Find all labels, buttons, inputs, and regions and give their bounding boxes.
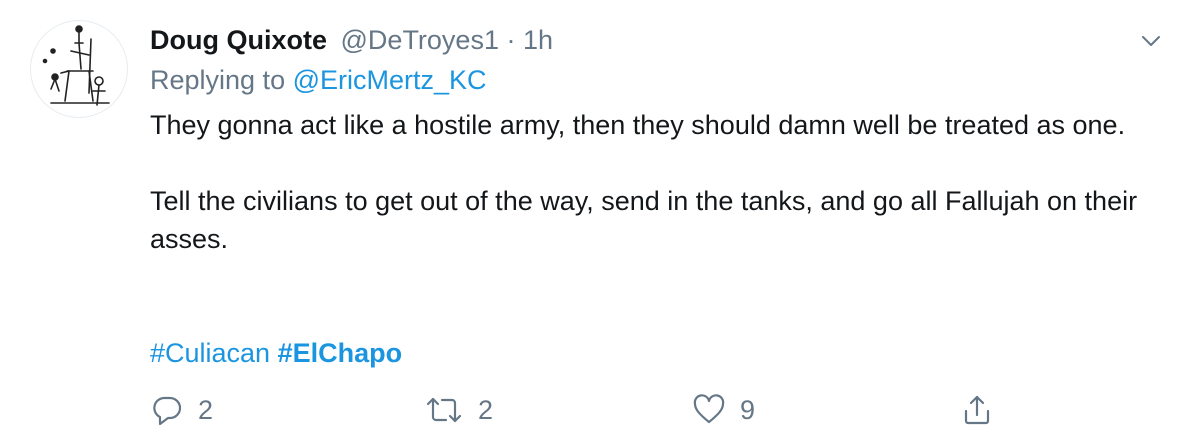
retweet-button[interactable]: 2 xyxy=(424,386,493,434)
retweet-count: 2 xyxy=(478,394,494,425)
reply-icon xyxy=(153,396,182,426)
hashtag-row: #Culiacan #ElChapo xyxy=(150,334,402,372)
reply-button[interactable]: 2 xyxy=(150,386,213,434)
share-button[interactable] xyxy=(960,386,994,434)
hashtag-link-elchapo[interactable]: #ElChapo xyxy=(278,338,403,368)
tweet-paragraph-2: Tell the civilians to get out of the way… xyxy=(150,186,1138,254)
replying-to-label: Replying to xyxy=(150,65,286,95)
action-bar: 2 2 9 xyxy=(0,386,1192,436)
reply-count: 2 xyxy=(198,394,214,425)
retweet-icon xyxy=(426,397,462,423)
tweet-card[interactable]: Doug Quixote @DeTroyes1 · 1h Replying to… xyxy=(0,0,1192,444)
like-count: 9 xyxy=(740,394,756,425)
replying-to-line: Replying to @EricMertz_KC xyxy=(150,62,487,98)
timestamp[interactable]: 1h xyxy=(523,25,553,55)
chevron-down-icon[interactable] xyxy=(1136,28,1166,54)
tweet-header: Doug Quixote @DeTroyes1 · 1h xyxy=(150,22,553,58)
user-handle[interactable]: @DeTroyes1 xyxy=(341,25,499,55)
heart-icon xyxy=(693,394,725,424)
share-icon xyxy=(964,395,990,425)
separator-dot: · xyxy=(506,25,516,55)
display-name[interactable]: Doug Quixote xyxy=(150,25,327,55)
replying-to-handle-link[interactable]: @EricMertz_KC xyxy=(293,65,487,95)
avatar[interactable] xyxy=(30,20,128,118)
tweet-text: They gonna act like a hostile army, then… xyxy=(150,106,1160,258)
don-quixote-sketch-image xyxy=(42,25,110,106)
tweet-paragraph-1: They gonna act like a hostile army, then… xyxy=(150,110,1126,140)
hashtag-link-culiacan[interactable]: #Culiacan xyxy=(150,338,270,368)
like-button[interactable]: 9 xyxy=(692,386,755,434)
